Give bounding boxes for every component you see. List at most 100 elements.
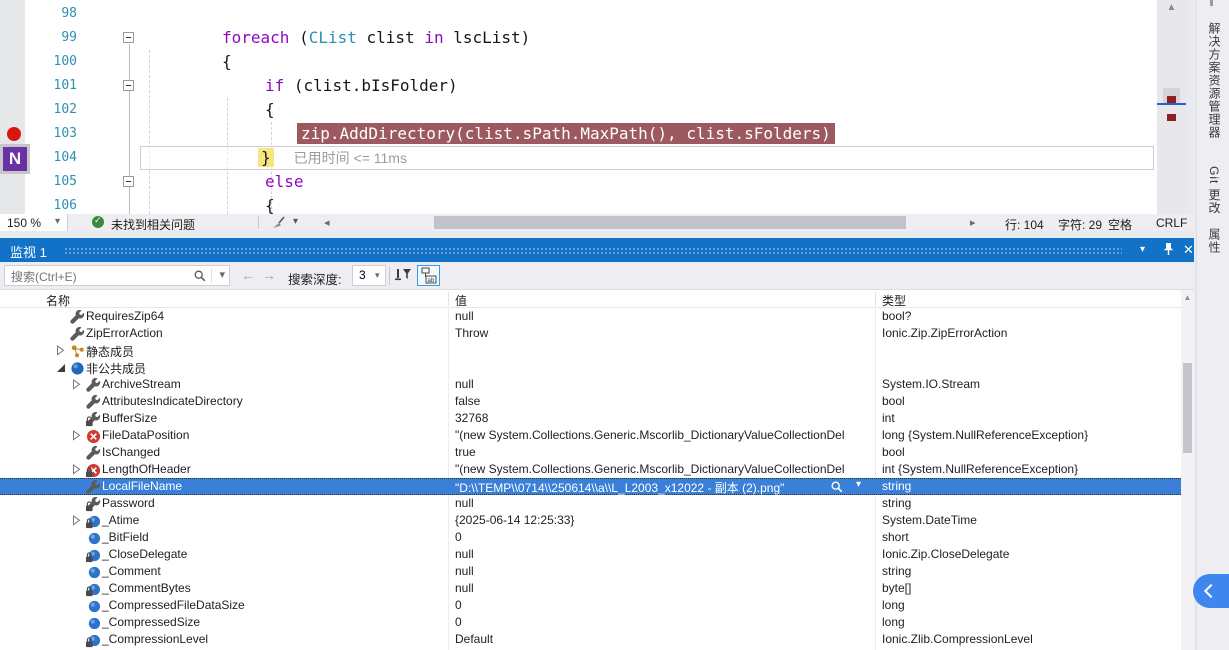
status-line-number[interactable]: 行: 104 — [1005, 216, 1044, 233]
watch-row[interactable]: _CloseDelegatenullIonic.Zip.CloseDelegat… — [0, 546, 1181, 563]
chevron-down-icon[interactable]: ▾ — [293, 216, 298, 227]
expand-arrow-icon[interactable] — [72, 515, 82, 529]
watch-value-cell[interactable]: null — [455, 496, 850, 510]
watch-title-bar[interactable]: 监视 1 ▾ ✕ — [0, 238, 1194, 262]
status-spaces-mode[interactable]: 空格 — [1108, 216, 1132, 233]
status-line-ending[interactable]: CRLF — [1156, 216, 1187, 230]
watch-name-cell[interactable]: _CloseDelegate — [102, 547, 187, 561]
search-input[interactable] — [9, 267, 173, 286]
code-line[interactable]: 98 — [0, 2, 1157, 26]
expand-arrow-icon[interactable] — [72, 379, 82, 393]
watch-row[interactable]: 非公共成员 — [0, 359, 1181, 376]
expand-arrow-icon[interactable] — [72, 464, 82, 478]
watch-value-cell[interactable]: null — [455, 564, 850, 578]
status-char-number[interactable]: 字符: 29 — [1058, 216, 1102, 233]
watch-row[interactable]: ArchiveStreamnullSystem.IO.Stream — [0, 376, 1181, 393]
watch-row[interactable]: _CompressedSize0long — [0, 614, 1181, 631]
watch-value-cell[interactable]: Default — [455, 632, 850, 646]
column-resize-handle[interactable] — [875, 292, 876, 306]
watch-row[interactable]: ZipErrorActionThrowIonic.Zip.ZipErrorAct… — [0, 325, 1181, 342]
watch-search-box[interactable]: ▾ — [4, 265, 230, 286]
watch-value-cell[interactable]: {2025-06-14 12:25:33} — [455, 513, 850, 527]
editor-vertical-scrollbar[interactable]: ▲ — [1157, 0, 1186, 214]
watch-name-cell[interactable]: BufferSize — [102, 411, 157, 425]
watch-row[interactable]: LocalFileName"D:\\TEMP\\0714\\250614\\a\… — [0, 478, 1181, 495]
watch-value-cell[interactable]: "(new System.Collections.Generic.Mscorli… — [455, 428, 850, 442]
tab-solution-explorer[interactable]: 解决方案资源管理器 — [1206, 22, 1223, 139]
collapse-panel-button[interactable] — [1193, 574, 1229, 608]
watch-name-cell[interactable]: _Atime — [102, 513, 139, 527]
watch-name-cell[interactable]: LengthOfHeader — [102, 462, 191, 476]
watch-row[interactable]: 静态成员 — [0, 342, 1181, 359]
watch-name-cell[interactable]: ZipErrorAction — [86, 326, 163, 340]
column-header-value[interactable]: 值 — [455, 292, 467, 309]
watch-row[interactable]: _CompressedFileDataSize0long — [0, 597, 1181, 614]
horizontal-scrollbar-thumb[interactable] — [434, 216, 906, 229]
watch-value-cell[interactable]: 32768 — [455, 411, 850, 425]
watch-row[interactable]: RequiresZip64nullbool? — [0, 308, 1181, 325]
back-arrow-icon[interactable]: ← — [241, 267, 255, 283]
watch-vertical-scrollbar[interactable]: ▲ — [1181, 290, 1194, 650]
scroll-up-icon[interactable]: ▲ — [1181, 293, 1194, 302]
watch-value-cell[interactable]: null — [455, 377, 850, 391]
watch-row[interactable]: Passwordnullstring — [0, 495, 1181, 512]
margin-extension-badge[interactable]: N — [0, 144, 30, 174]
search-depth-select[interactable]: 3 ▾ — [352, 265, 386, 286]
watch-name-cell[interactable]: 静态成员 — [86, 343, 134, 360]
scroll-up-icon[interactable]: ▲ — [1157, 2, 1186, 13]
search-icon[interactable] — [193, 269, 207, 288]
watch-name-cell[interactable]: _CompressionLevel — [102, 632, 208, 646]
tab-git-changes[interactable]: Git 更改 — [1206, 166, 1223, 215]
watch-row[interactable]: _Atime{2025-06-14 12:25:33}System.DateTi… — [0, 512, 1181, 529]
watch-name-cell[interactable]: Password — [102, 496, 155, 510]
code-editor[interactable]: 9899foreach (CList clist in lscList)100{… — [0, 0, 1157, 214]
watch-value-cell[interactable]: null — [455, 309, 850, 323]
breakpoint-icon[interactable] — [7, 127, 21, 141]
watch-row[interactable]: AttributesIndicateDirectoryfalsebool — [0, 393, 1181, 410]
watch-row[interactable]: _BitField0short — [0, 529, 1181, 546]
watch-value-cell[interactable]: true — [455, 445, 850, 459]
chevron-down-icon[interactable]: ▾ — [219, 268, 225, 281]
scroll-left-icon[interactable]: ◂ — [324, 216, 330, 229]
watch-row[interactable]: BufferSize32768int — [0, 410, 1181, 427]
watch-name-cell[interactable]: _CommentBytes — [102, 581, 191, 595]
expand-arrow-icon[interactable] — [72, 430, 82, 444]
watch-name-cell[interactable]: RequiresZip64 — [86, 309, 164, 323]
watch-value-cell[interactable]: null — [455, 547, 850, 561]
zoom-select[interactable]: 150 % ▾ — [0, 214, 68, 231]
code-line[interactable]: 103zip.AddDirectory(clist.sPath.MaxPath(… — [0, 122, 1157, 146]
watch-value-cell[interactable]: Throw — [455, 326, 850, 340]
code-line[interactable]: 104}已用时间 <= 11ms — [0, 146, 1157, 170]
column-header-name[interactable]: 名称 — [46, 292, 70, 309]
tab-properties[interactable]: 属性 — [1206, 228, 1223, 254]
watch-value-cell[interactable]: null — [455, 581, 850, 595]
watch-name-cell[interactable]: FileDataPosition — [102, 428, 189, 442]
fold-toggle[interactable] — [123, 176, 134, 187]
column-resize-handle[interactable] — [448, 292, 449, 306]
fold-toggle[interactable] — [123, 32, 134, 43]
watch-name-cell[interactable]: ArchiveStream — [102, 377, 181, 391]
watch-value-cell[interactable]: 0 — [455, 530, 850, 544]
watch-name-cell[interactable]: 非公共成员 — [86, 360, 146, 377]
health-status-text[interactable]: 未找到相关问题 — [111, 216, 195, 233]
chevron-down-icon[interactable]: ▾ — [856, 479, 861, 490]
watch-name-cell[interactable]: _Comment — [102, 564, 161, 578]
watch-row[interactable]: LengthOfHeader"(new System.Collections.G… — [0, 461, 1181, 478]
watch-value-cell[interactable]: 0 — [455, 598, 850, 612]
code-cleanup-button[interactable] — [270, 216, 288, 232]
code-line[interactable]: 99foreach (CList clist in lscList) — [0, 26, 1157, 50]
scroll-right-icon[interactable]: ▸ — [970, 216, 976, 229]
watch-value-cell[interactable]: false — [455, 394, 850, 408]
watch-row[interactable]: _CommentBytesnullbyte[] — [0, 580, 1181, 597]
code-line[interactable]: 102{ — [0, 98, 1157, 122]
watch-name-cell[interactable]: _CompressedFileDataSize — [102, 598, 245, 612]
code-line[interactable]: 100{ — [0, 50, 1157, 74]
watch-name-cell[interactable]: _CompressedSize — [102, 615, 200, 629]
show-raw-structure-toggle[interactable]: ab — [417, 265, 440, 286]
fold-toggle[interactable] — [123, 80, 134, 91]
collapse-arrow-icon[interactable] — [56, 362, 66, 376]
watch-row[interactable]: _CompressionLevelDefaultIonic.Zlib.Compr… — [0, 631, 1181, 648]
health-check-icon[interactable] — [92, 216, 104, 228]
watch-value-cell[interactable]: 0 — [455, 615, 850, 629]
pinnable-properties-filter-icon[interactable] — [394, 268, 411, 289]
